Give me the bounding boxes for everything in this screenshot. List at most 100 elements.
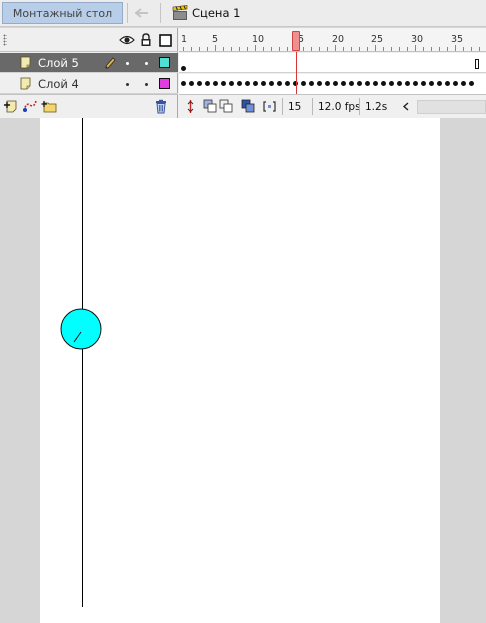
outline-color-swatch[interactable] <box>159 78 170 89</box>
layer-name[interactable]: Слой 5 <box>38 56 79 70</box>
keyframe-dot[interactable] <box>405 81 410 86</box>
keyframe-dot[interactable] <box>341 81 346 86</box>
keyframe-dot[interactable] <box>229 81 234 86</box>
ruler-tick <box>423 47 424 51</box>
keyframe-dot[interactable] <box>261 81 266 86</box>
delete-layer-icon[interactable] <box>153 99 169 114</box>
keyframe-dot[interactable] <box>309 81 314 86</box>
insert-folder-icon[interactable] <box>41 99 57 114</box>
eye-icon[interactable] <box>119 33 135 47</box>
scroll-left-icon[interactable] <box>399 99 414 114</box>
lock-dot[interactable] <box>145 62 148 65</box>
keyframe-dot[interactable] <box>357 81 362 86</box>
keyframe-dot[interactable] <box>221 81 226 86</box>
frame-rate[interactable]: 12.0 fps <box>312 98 361 115</box>
layer-5-frames[interactable] <box>179 53 486 73</box>
playhead[interactable] <box>292 31 300 51</box>
keyframe-dot[interactable] <box>213 81 218 86</box>
clapperboard-icon <box>172 5 188 20</box>
center-frame-icon[interactable] <box>183 99 198 114</box>
timeline-status-bar: 15 12.0 fps 1.2s <box>179 94 486 118</box>
visibility-dot[interactable] <box>126 83 129 86</box>
keyframe-dot[interactable] <box>381 81 386 86</box>
ruler-label: 25 <box>371 34 384 45</box>
toolbar-separator <box>127 3 128 23</box>
layer-name[interactable]: Слой 4 <box>38 77 79 91</box>
keyframe-dot[interactable] <box>189 81 194 86</box>
layer-row-4[interactable]: Слой 4 <box>0 74 178 94</box>
outline-color-swatch[interactable] <box>159 57 170 68</box>
ball-symbol[interactable] <box>60 308 102 350</box>
ruler-tick <box>255 45 256 51</box>
keyframe-dot[interactable] <box>205 81 210 86</box>
ruler-tick <box>287 47 288 51</box>
layer-header <box>0 28 178 52</box>
ruler-tick <box>463 47 464 51</box>
frame-area: 1 5 10 15 20 25 30 35 <box>179 28 486 118</box>
keyframe-dot[interactable] <box>197 81 202 86</box>
lock-icon[interactable] <box>138 33 154 47</box>
keyframe-dot[interactable] <box>245 81 250 86</box>
timeline-scrollbar[interactable] <box>417 100 486 114</box>
current-frame[interactable]: 15 <box>282 98 312 115</box>
add-layer-icon[interactable] <box>3 99 19 114</box>
keyframe-dot[interactable] <box>317 81 322 86</box>
keyframe-dot[interactable] <box>421 81 426 86</box>
stage-canvas[interactable] <box>40 118 440 623</box>
layer-4-frames[interactable] <box>179 74 486 94</box>
keyframe-dot[interactable] <box>429 81 434 86</box>
keyframe-dot[interactable] <box>253 81 258 86</box>
keyframe-dot[interactable] <box>437 81 442 86</box>
keyframe-dot[interactable] <box>277 81 282 86</box>
ruler-tick <box>303 47 304 51</box>
keyframe-dot[interactable] <box>461 81 466 86</box>
ruler-tick <box>375 45 376 51</box>
edit-multiple-frames-icon[interactable] <box>241 99 256 114</box>
keyframe-dot[interactable] <box>269 81 274 86</box>
panel-grip[interactable] <box>3 34 7 46</box>
ruler-tick <box>279 47 280 51</box>
ruler-tick <box>359 47 360 51</box>
modify-onion-markers-icon[interactable] <box>262 99 277 114</box>
ruler-tick <box>207 47 208 51</box>
add-motion-guide-icon[interactable] <box>22 99 38 114</box>
layer-row-5[interactable]: Слой 5 <box>0 53 178 73</box>
ruler-tick <box>223 47 224 51</box>
keyframe-dot[interactable] <box>469 81 474 86</box>
ruler-tick <box>335 45 336 51</box>
ruler-tick <box>231 47 232 51</box>
ruler-label: 30 <box>411 34 424 45</box>
scene-name[interactable]: Сцена 1 <box>192 6 240 20</box>
keyframe-dot[interactable] <box>181 81 186 86</box>
keyframe-dot[interactable] <box>325 81 330 86</box>
ruler-tick <box>247 47 248 51</box>
pencil-icon <box>105 57 116 69</box>
keyframe-dot[interactable] <box>301 81 306 86</box>
keyframe-dot[interactable] <box>413 81 418 86</box>
keyframe-dot[interactable] <box>373 81 378 86</box>
keyframe-dot[interactable] <box>445 81 450 86</box>
outline-icon[interactable] <box>157 33 173 47</box>
keyframe-dot[interactable] <box>397 81 402 86</box>
lock-dot[interactable] <box>145 83 148 86</box>
end-frame-marker[interactable] <box>475 59 479 69</box>
keyframe-dot[interactable] <box>365 81 370 86</box>
keyframe-dot[interactable] <box>389 81 394 86</box>
back-button[interactable] <box>132 4 152 22</box>
visibility-dot[interactable] <box>126 62 129 65</box>
keyframe-dot[interactable] <box>333 81 338 86</box>
keyframe-dot[interactable] <box>237 81 242 86</box>
keyframe-dot[interactable] <box>349 81 354 86</box>
onion-outlines-icon[interactable] <box>219 99 234 114</box>
keyframe-dot[interactable] <box>453 81 458 86</box>
keyframe-dot[interactable] <box>285 81 290 86</box>
ruler-tick <box>415 45 416 51</box>
ruler-tick <box>431 47 432 51</box>
onion-skin-icon[interactable] <box>203 99 218 114</box>
timeline-toggle-button[interactable]: Монтажный стол <box>2 2 123 24</box>
ruler-tick <box>439 47 440 51</box>
ruler-tick <box>215 45 216 51</box>
frame-ruler[interactable]: 1 5 10 15 20 25 30 35 <box>179 28 486 52</box>
ruler-tick <box>327 47 328 51</box>
keyframe-dot[interactable] <box>181 66 186 71</box>
